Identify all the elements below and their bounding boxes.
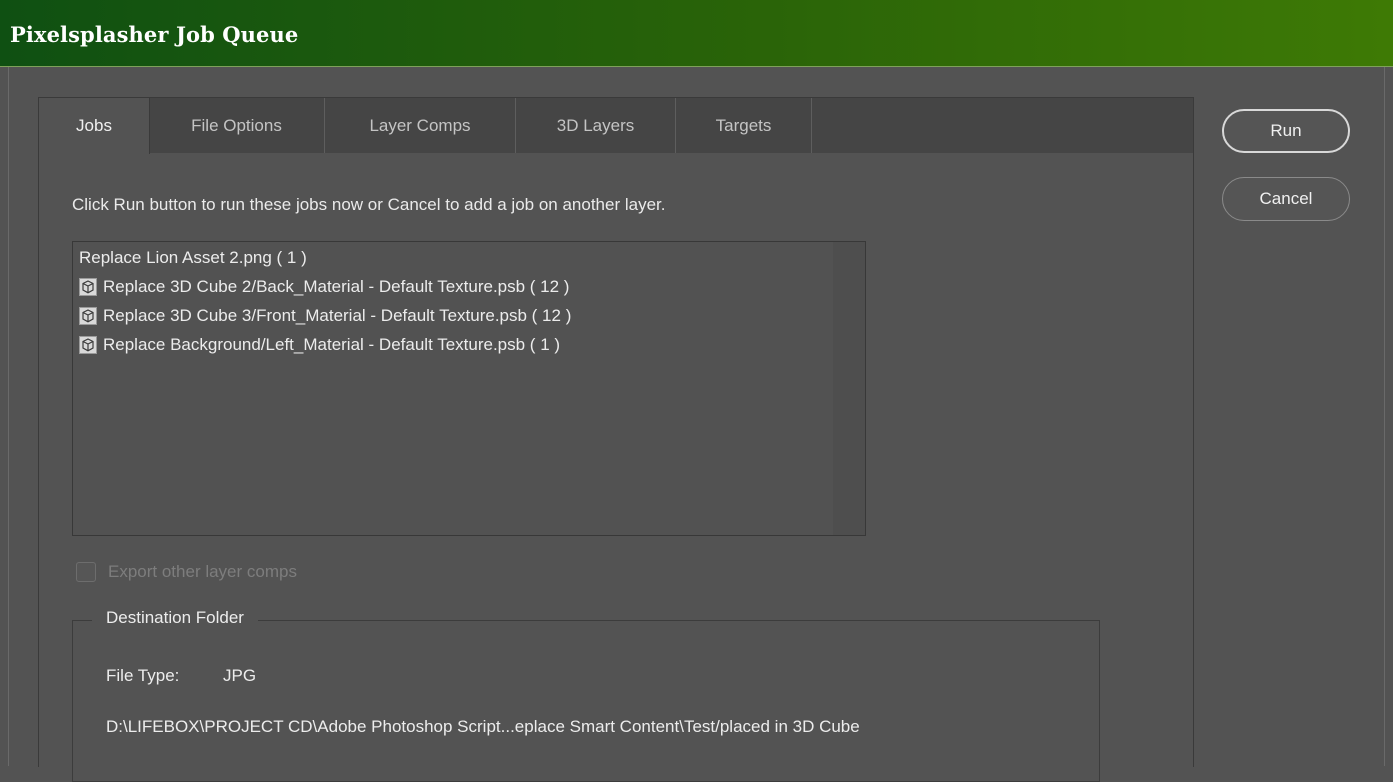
tab-3d-layers[interactable]: 3D Layers bbox=[516, 98, 676, 153]
window-titlebar[interactable]: Pixelsplasher Job Queue bbox=[0, 0, 1393, 67]
tab-targets[interactable]: Targets bbox=[676, 98, 812, 153]
tab-file-options[interactable]: File Options bbox=[149, 98, 325, 153]
3d-cube-icon bbox=[79, 307, 97, 325]
job-label: Replace 3D Cube 2/Back_Material - Defaul… bbox=[103, 277, 570, 296]
cancel-button[interactable]: Cancel bbox=[1222, 177, 1350, 221]
window-title: Pixelsplasher Job Queue bbox=[10, 22, 299, 47]
instructions-text: Click Run button to run these jobs now o… bbox=[72, 195, 666, 214]
job-list-item[interactable]: Replace 3D Cube 2/Back_Material - Defaul… bbox=[79, 274, 569, 300]
job-label: Replace Background/Left_Material - Defau… bbox=[103, 335, 561, 354]
3d-cube-icon bbox=[79, 278, 97, 296]
file-type-value: JPG bbox=[223, 666, 257, 685]
tab-panel: Jobs File Options Layer Comps 3D Layers … bbox=[38, 97, 1194, 782]
window-frame-right bbox=[1384, 67, 1385, 766]
export-layer-comps-checkbox[interactable] bbox=[76, 562, 96, 582]
job-label: Replace Lion Asset 2.png ( 1 ) bbox=[79, 248, 307, 267]
job-list-item[interactable]: Replace 3D Cube 3/Front_Material - Defau… bbox=[79, 303, 571, 329]
job-list-scrollbar[interactable] bbox=[833, 242, 865, 535]
destination-folder-legend: Destination Folder bbox=[92, 608, 258, 628]
run-button[interactable]: Run bbox=[1222, 109, 1350, 153]
job-label: Replace 3D Cube 3/Front_Material - Defau… bbox=[103, 306, 572, 325]
window-frame-left bbox=[8, 67, 9, 766]
job-list-item[interactable]: Replace Background/Left_Material - Defau… bbox=[79, 332, 560, 358]
export-layer-comps-option[interactable]: Export other layer comps bbox=[76, 562, 297, 582]
destination-path: D:\LIFEBOX\PROJECT CD\Adobe Photoshop Sc… bbox=[106, 717, 860, 736]
tab-jobs[interactable]: Jobs bbox=[39, 98, 150, 154]
destination-folder-group: Destination Folder File Type: JPG D:\LIF… bbox=[72, 608, 1100, 782]
file-type-label: File Type: bbox=[106, 666, 180, 685]
job-list-item[interactable]: Replace Lion Asset 2.png ( 1 ) bbox=[79, 245, 307, 271]
3d-cube-icon bbox=[79, 336, 97, 354]
tab-layer-comps[interactable]: Layer Comps bbox=[325, 98, 516, 153]
export-layer-comps-label: Export other layer comps bbox=[108, 562, 297, 581]
job-list[interactable]: Replace Lion Asset 2.png ( 1 ) Replace 3… bbox=[72, 241, 866, 536]
tab-strip: Jobs File Options Layer Comps 3D Layers … bbox=[39, 98, 1193, 154]
